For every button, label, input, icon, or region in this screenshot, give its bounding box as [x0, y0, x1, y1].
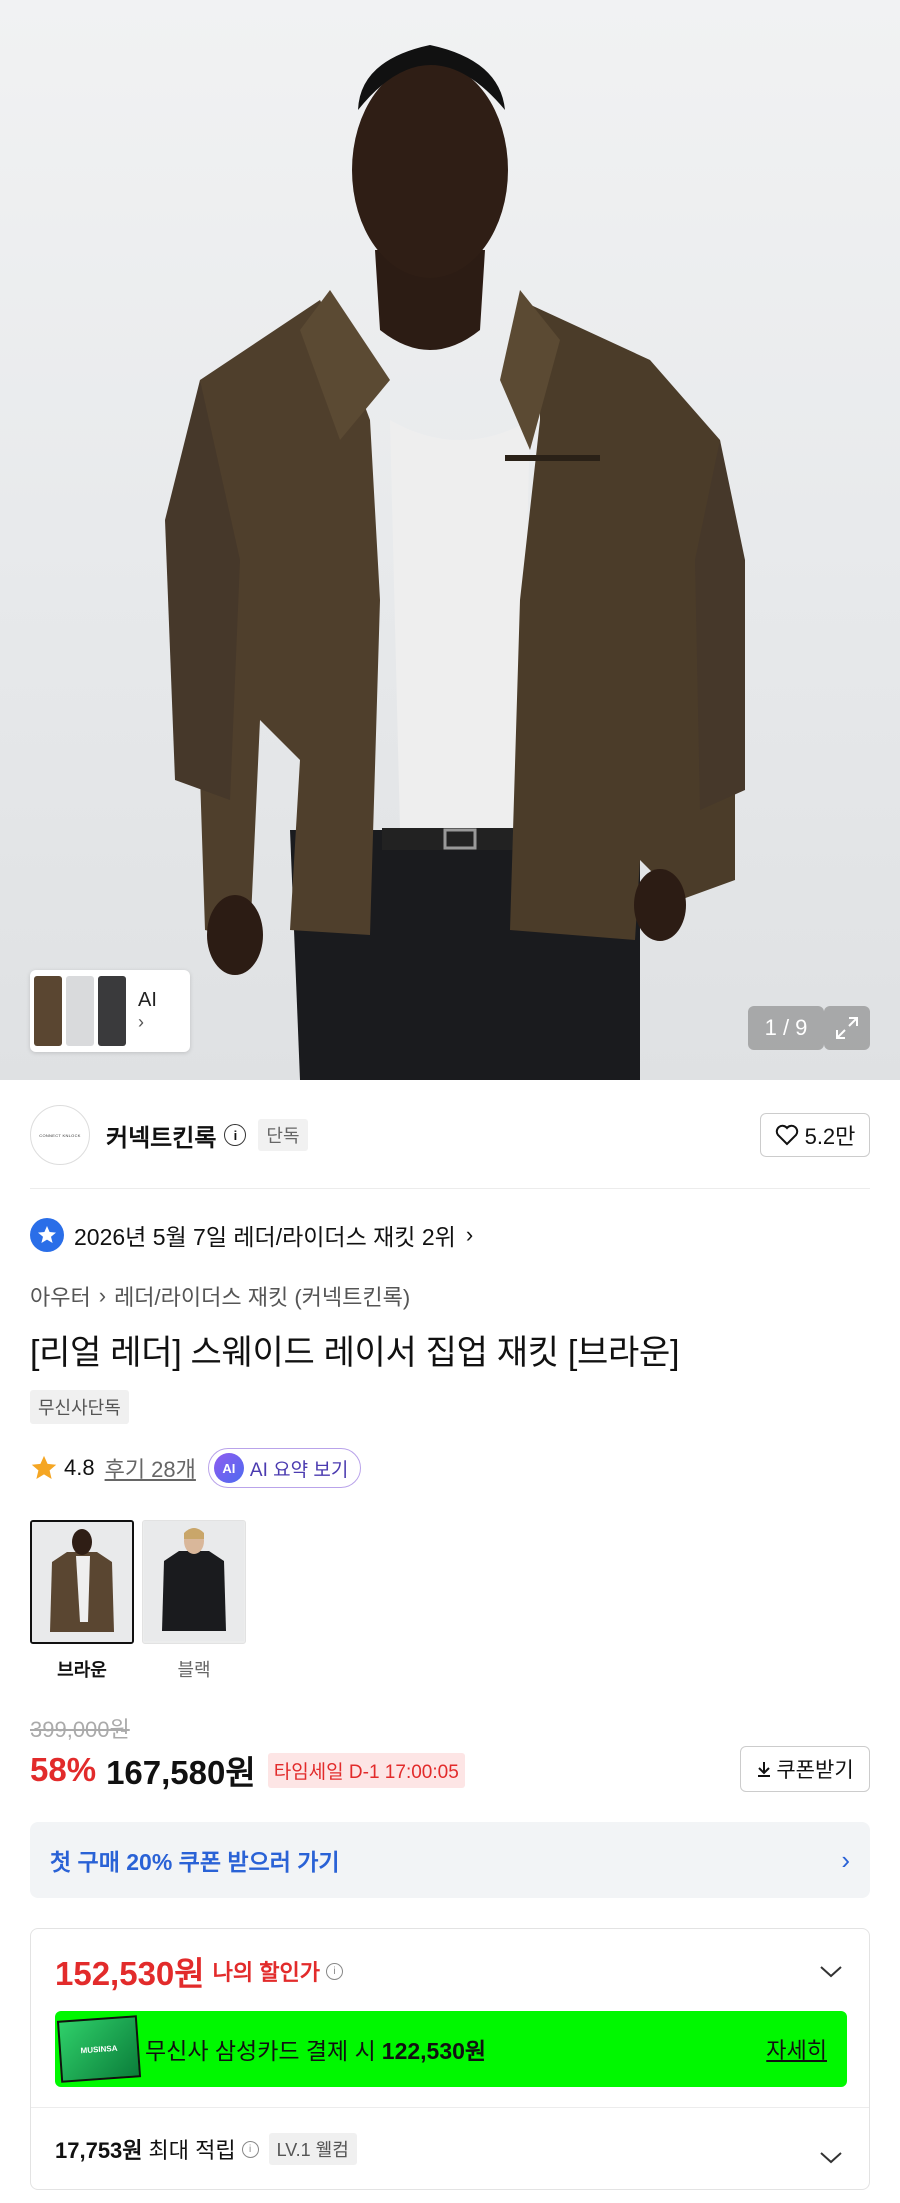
exclusive-badge: 무신사단독 — [30, 1390, 129, 1424]
breadcrumb: 아우터 › 레더/라이더스 재킷 (커넥트킨록) — [30, 1280, 410, 1312]
chevron-right-icon: › — [465, 1222, 474, 1247]
card-detail-link[interactable]: 자세히 — [766, 2033, 827, 2065]
color-options: 브라운 블랙 — [30, 1520, 246, 1682]
points-label: 최대 적립 — [148, 2138, 236, 2163]
sale-price: 167,580원 — [106, 1754, 256, 1791]
ai-label: AI — [138, 989, 157, 1012]
my-price-label: 나의 할인가 — [212, 1960, 320, 1985]
download-icon — [758, 1762, 771, 1777]
like-button[interactable]: 5.2만 — [760, 1113, 870, 1157]
divider — [30, 1188, 870, 1189]
ai-summary-label: AI 요약 보기 — [249, 1459, 349, 1481]
ai-summary-button[interactable]: AI AI 요약 보기 — [207, 1448, 362, 1488]
ranking-row[interactable]: 2026년 5월 7일 레더/라이더스 재킷 2위 › — [30, 1218, 473, 1252]
rating-score: 4.8 — [64, 1455, 95, 1480]
brand-logo[interactable]: CONNECT KNLOCK — [30, 1105, 90, 1165]
rating-row: 4.8 후기 28개 AI AI 요약 보기 — [30, 1448, 362, 1488]
chevron-right-icon: › — [841, 1844, 850, 1875]
info-icon[interactable]: i — [241, 2140, 259, 2158]
reviews-link[interactable]: 후기 28개 — [105, 1452, 196, 1484]
info-icon[interactable]: i — [325, 1962, 343, 1980]
chevron-right-icon: › — [98, 1283, 107, 1308]
thumbnail-2[interactable] — [66, 976, 94, 1046]
divider — [31, 2107, 869, 2108]
my-price-box: 152,530원 나의 할인가 i MUSINSA 무신사 삼성카드 결제 시 … — [30, 1928, 870, 2190]
brand-name[interactable]: 커넥트킨록 — [106, 1118, 216, 1153]
points-amount: 17,753원 — [55, 2138, 143, 2163]
ai-icon: AI — [213, 1453, 244, 1483]
thumbnail-1[interactable] — [34, 976, 62, 1046]
original-price: 399,000원 — [30, 1717, 130, 1742]
image-counter: 1 / 9 — [748, 1006, 824, 1050]
level-tag: LV.1 웰컴 — [268, 2133, 357, 2165]
color-option-black[interactable]: 블랙 — [142, 1520, 246, 1682]
brand-row: CONNECT KNLOCK 커넥트킨록 i 단독 5.2만 — [30, 1102, 870, 1168]
star-badge-icon — [30, 1218, 64, 1252]
thumbnail-3[interactable] — [98, 976, 126, 1046]
ranking-text: 2026년 5월 7일 레더/라이더스 재킷 2위 — [74, 1224, 456, 1250]
heart-icon — [775, 1124, 798, 1146]
breadcrumb-subcategory[interactable]: 레더/라이더스 재킷 (커넥트킨록) — [114, 1280, 410, 1312]
breadcrumb-category[interactable]: 아우터 — [30, 1280, 91, 1312]
product-title: [리얼 레더] 스웨이드 레이서 집업 재킷 [브라운] — [30, 1334, 680, 1372]
my-price-amount: 152,530원 — [55, 1955, 205, 1992]
card-payment-banner[interactable]: MUSINSA 무신사 삼성카드 결제 시 122,530원 자세히 — [55, 2011, 847, 2087]
points-row[interactable]: 17,753원 최대 적립 i LV.1 웰컴 — [55, 2133, 357, 2165]
price-row: 58% 167,580원 타임세일 D-1 17:00:05 — [30, 1746, 465, 1794]
expand-icon — [836, 1017, 858, 1039]
ai-view-link[interactable]: AI › — [138, 988, 157, 1034]
card-amount: 122,530원 — [381, 2038, 487, 2064]
chevron-right-icon: › — [138, 1012, 144, 1033]
color-label: 브라운 — [57, 1660, 107, 1680]
timesale-badge: 타임세일 D-1 17:00:05 — [267, 1752, 465, 1788]
color-option-brown[interactable]: 브라운 — [30, 1520, 134, 1682]
color-thumbnail — [30, 1520, 134, 1644]
ai-thumbnail-strip[interactable]: AI › — [30, 970, 190, 1052]
star-icon — [31, 1455, 57, 1479]
card-text: 무신사 삼성카드 결제 시 — [145, 2038, 376, 2064]
exclusive-tag: 단독 — [258, 1119, 308, 1151]
coupon-button[interactable]: 쿠폰받기 — [740, 1746, 870, 1792]
first-purchase-text: 첫 구매 20% 쿠폰 받으러 가기 — [50, 1849, 340, 1875]
color-thumbnail — [142, 1520, 246, 1644]
product-image-gallery[interactable]: AI › 1 / 9 — [0, 0, 900, 1080]
expand-button[interactable] — [824, 1006, 870, 1050]
coupon-label: 쿠폰받기 — [776, 1759, 854, 1782]
product-photo — [165, 45, 745, 1080]
like-count: 5.2만 — [804, 1124, 856, 1149]
chevron-down-icon[interactable] — [819, 2145, 843, 2171]
first-purchase-coupon-banner[interactable]: 첫 구매 20% 쿠폰 받으러 가기 › — [30, 1822, 870, 1898]
color-label: 블랙 — [177, 1660, 211, 1680]
my-price-row[interactable]: 152,530원 나의 할인가 i — [55, 1947, 343, 1995]
chevron-down-icon[interactable] — [819, 1959, 843, 1985]
card-image: MUSINSA — [56, 2015, 142, 2083]
info-icon[interactable]: i — [224, 1124, 247, 1146]
discount-rate: 58% — [30, 1751, 97, 1788]
